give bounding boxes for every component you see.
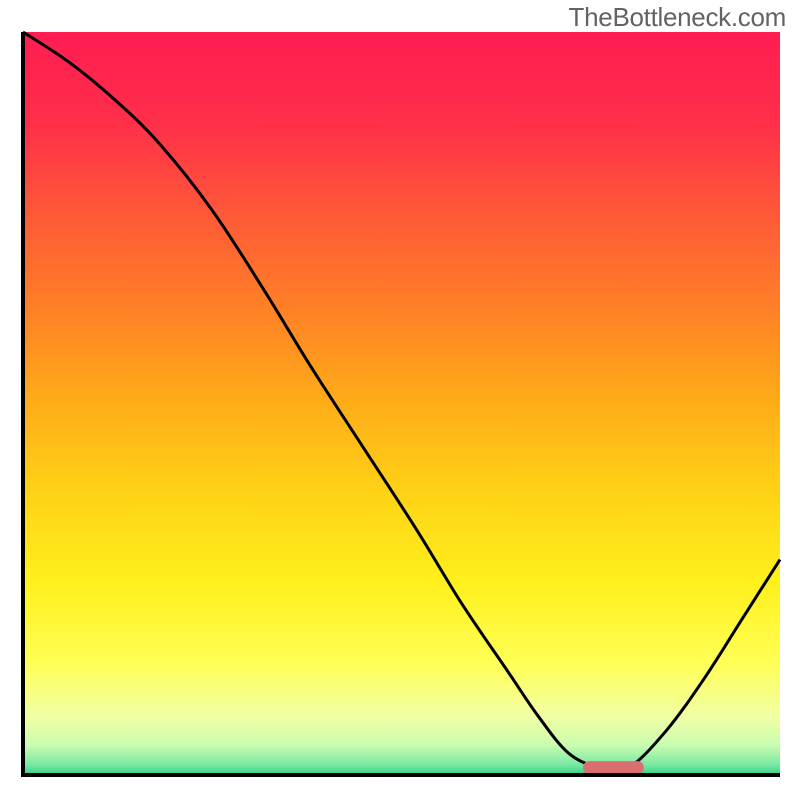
chart-container: TheBottleneck.com: [0, 0, 800, 800]
watermark-text: TheBottleneck.com: [569, 2, 786, 33]
bottleneck-chart: [0, 0, 800, 800]
plot-background: [23, 32, 780, 775]
optimal-range-marker: [583, 761, 644, 774]
